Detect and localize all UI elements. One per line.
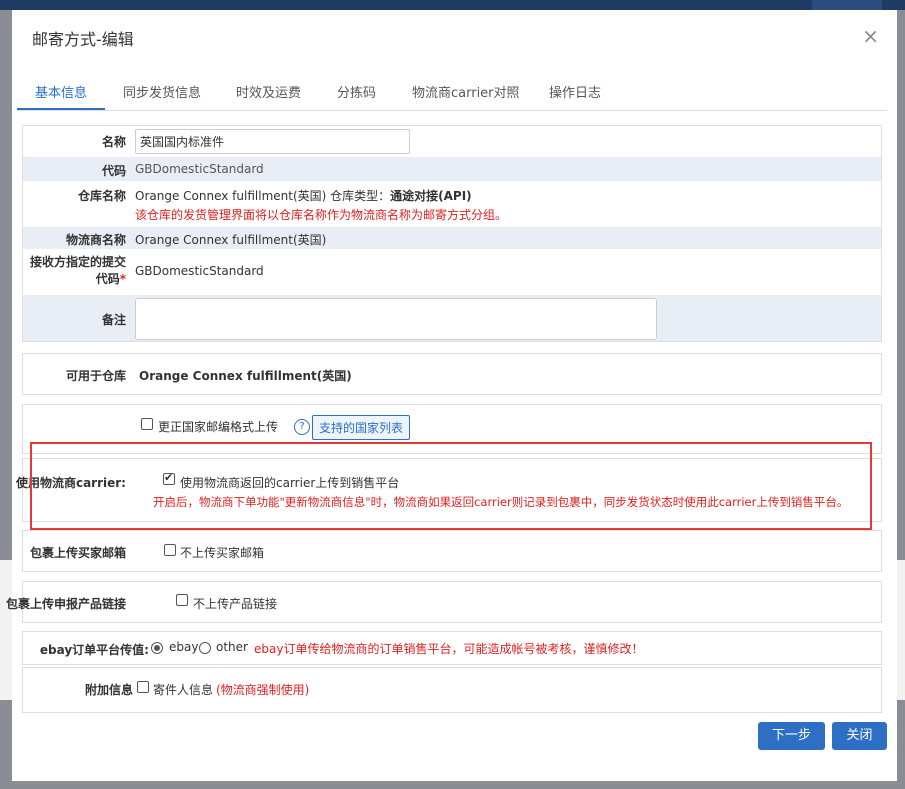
sender-info-note: (物流商强制使用): [216, 683, 310, 697]
name-label: 名称: [101, 135, 126, 149]
warehouse-value: Orange Connex fulfillment(英国) 仓库类型：通途对接(…: [135, 187, 472, 204]
product-link-checkbox-label: 不上传产品链接: [193, 597, 278, 611]
product-link-label: 包裹上传申报产品链接: [5, 597, 126, 611]
background-panel-left: [0, 560, 12, 700]
available-warehouse-label: 可用于仓库: [65, 369, 126, 383]
required-mark: *: [119, 272, 126, 286]
receiver-code-label-text: 代码: [95, 272, 120, 286]
ebay-warning: ebay订单传给物流商的订单销售平台，可能造成帐号被考核，谨慎修改！: [254, 642, 644, 656]
carrier-name-label: 物流商名称: [65, 233, 126, 247]
code-value: GBDomesticStandard: [135, 162, 264, 176]
product-link-checkbox[interactable]: [176, 594, 188, 606]
other-option-label: other: [216, 640, 248, 654]
receiver-code-value: GBDomesticStandard: [135, 264, 264, 278]
close-button[interactable]: 关闭: [832, 722, 887, 750]
ebay-platform-section: ebay订单平台传值: ebay other ebay订单传给物流商的订单销售平…: [22, 631, 882, 665]
remark-label: 备注: [101, 313, 126, 327]
tab-carrier-mapping[interactable]: 物流商carrier对照: [412, 82, 520, 101]
tab-sort-code[interactable]: 分拣码: [337, 82, 376, 101]
background-tab-segment: [812, 0, 882, 10]
warehouse-note: 该仓库的发货管理界面将以仓库名称作为物流商名称为邮寄方式分组。: [135, 208, 508, 222]
sender-info-checkbox[interactable]: [137, 681, 149, 693]
code-row: 代码 GBDomesticStandard: [23, 157, 881, 181]
tab-operation-log[interactable]: 操作日志: [549, 82, 601, 101]
close-icon[interactable]: ×: [862, 24, 879, 48]
receiver-code-label-line2: 代码*: [96, 270, 126, 287]
carrier-name-value: Orange Connex fulfillment(英国): [135, 233, 327, 247]
product-link-section: 包裹上传申报产品链接 不上传产品链接: [6, 581, 882, 623]
warehouse-label: 仓库名称: [77, 189, 126, 203]
tab-sync-shipping[interactable]: 同步发货信息: [123, 82, 201, 101]
buyer-email-checkbox-label: 不上传买家邮箱: [180, 546, 265, 560]
code-label: 代码: [101, 164, 126, 178]
extra-info-label: 附加信息: [84, 683, 133, 697]
available-warehouse-section: 可用于仓库 Orange Connex fulfillment(英国): [22, 353, 882, 395]
carrier-name-row: 物流商名称 Orange Connex fulfillment(英国): [23, 227, 881, 249]
tab-basic-info[interactable]: 基本信息: [35, 82, 87, 101]
ebay-option-radio[interactable]: [151, 642, 163, 654]
tab-timeliness-freight[interactable]: 时效及运费: [236, 82, 301, 101]
country-list-button[interactable]: 支持的国家列表: [312, 415, 411, 440]
name-row: 名称: [23, 126, 881, 157]
dialog-title: 邮寄方式-编辑: [32, 30, 134, 49]
postal-format-checkbox[interactable]: [141, 418, 153, 430]
warehouse-name-text: Orange Connex fulfillment(英国) 仓库类型：: [135, 189, 391, 203]
buyer-email-section: 包裹上传买家邮箱 不上传买家邮箱: [22, 530, 882, 572]
tab-bar: 基本信息 同步发货信息 时效及运费 分拣码 物流商carrier对照 操作日志: [17, 76, 887, 111]
warehouse-row: 仓库名称 Orange Connex fulfillment(英国) 仓库类型：…: [23, 181, 881, 227]
background-top-bar: [0, 0, 905, 10]
buyer-email-label: 包裹上传买家邮箱: [29, 546, 126, 560]
available-warehouse-value: Orange Connex fulfillment(英国): [139, 369, 352, 383]
extra-info-section: 附加信息 寄件人信息 (物流商强制使用): [22, 667, 882, 713]
ebay-option-label: ebay: [169, 640, 199, 654]
carrier-highlight-frame: [30, 442, 872, 530]
edit-shipping-method-dialog: 邮寄方式-编辑 × 基本信息 同步发货信息 时效及运费 分拣码 物流商carri…: [6, 10, 897, 781]
receiver-code-label-line1: 接收方指定的提交: [29, 255, 126, 269]
active-tab-indicator: [17, 108, 105, 110]
other-option-radio[interactable]: [199, 642, 211, 654]
remark-textarea[interactable]: [135, 298, 657, 340]
remark-row: 备注: [23, 295, 881, 341]
buyer-email-checkbox[interactable]: [164, 544, 176, 556]
next-button[interactable]: 下一步: [758, 722, 825, 750]
help-icon[interactable]: ?: [294, 419, 310, 435]
warehouse-type-text: 通途对接(API): [390, 189, 472, 203]
receiver-code-row: 接收方指定的提交 代码* GBDomesticStandard: [23, 249, 881, 295]
name-input[interactable]: [135, 129, 410, 154]
sender-info-label: 寄件人信息: [153, 683, 214, 697]
ebay-platform-label: ebay订单平台传值:: [39, 643, 149, 657]
basic-info-table: 名称 代码 GBDomesticStandard 仓库名称 Orange Con…: [22, 125, 882, 342]
postal-format-label: 更正国家邮编格式上传: [158, 420, 279, 434]
